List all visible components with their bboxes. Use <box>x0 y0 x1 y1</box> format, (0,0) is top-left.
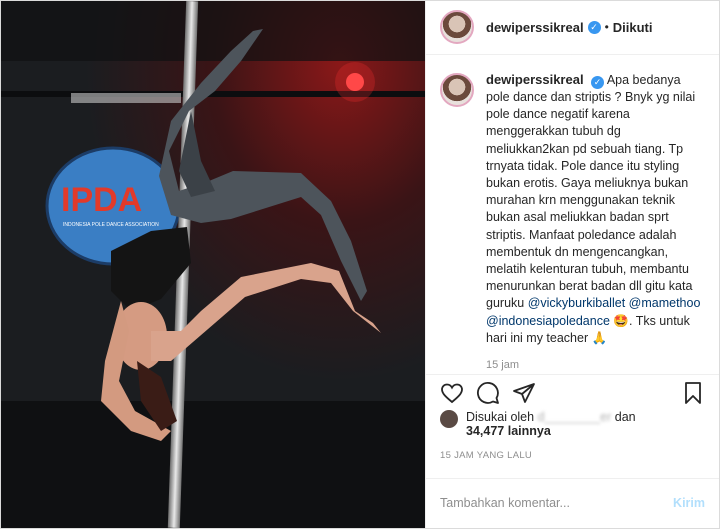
separator-dot: • <box>604 20 609 35</box>
post-header: dewiperssikreal ✓ • Diikuti <box>426 1 719 55</box>
action-bar <box>426 374 719 410</box>
post-sidebar: dewiperssikreal ✓ • Diikuti dewiperssikr… <box>425 1 719 528</box>
caption-username[interactable]: dewiperssikreal <box>486 72 584 87</box>
svg-text:IPDA: IPDA <box>61 181 142 219</box>
comment-icon[interactable] <box>476 381 500 405</box>
post-photo[interactable]: IPDA INDONESIA POLE DANCE ASSOCIATION <box>1 1 425 528</box>
header-username[interactable]: dewiperssikreal <box>486 20 584 35</box>
comment-bar: Kirim <box>426 477 719 528</box>
mention-link[interactable]: @indonesiapoledance <box>486 314 610 328</box>
post-timestamp[interactable]: 15 JAM YANG LALU <box>426 438 719 468</box>
liker-avatar[interactable] <box>440 410 458 428</box>
caption-area: dewiperssikreal ✓ Apa bedanya pole dance… <box>426 55 719 374</box>
verified-badge-icon: ✓ <box>587 20 601 34</box>
caption-time[interactable]: 15 jam <box>486 357 705 374</box>
likes-conjunction: dan <box>614 410 636 424</box>
caption-text: Apa bedanya pole dance dan striptis ? Bn… <box>486 72 696 311</box>
caption-avatar[interactable] <box>440 72 474 107</box>
post-comment-button[interactable]: Kirim <box>673 496 705 510</box>
pole-dance-photo: IPDA INDONESIA POLE DANCE ASSOCIATION <box>1 1 425 528</box>
emoji-star-eyes: 🤩 <box>613 313 629 328</box>
bookmark-icon[interactable] <box>681 381 705 405</box>
emoji-pray: 🙏 <box>591 330 608 345</box>
mention-link[interactable]: @mamethoo <box>629 296 701 310</box>
instagram-post: IPDA INDONESIA POLE DANCE ASSOCIATION de… <box>0 0 720 529</box>
likes-row: Disukai oleh d________er dan 34,477 lain… <box>426 410 719 438</box>
caption-body: dewiperssikreal ✓ Apa bedanya pole dance… <box>486 71 705 374</box>
likes-suffix[interactable]: lainnya <box>508 424 551 438</box>
avatar[interactable] <box>440 10 474 45</box>
verified-badge-icon: ✓ <box>591 75 605 89</box>
likes-prefix: Disukai oleh <box>466 410 535 424</box>
comment-input[interactable] <box>440 496 674 511</box>
heart-icon[interactable] <box>440 381 464 405</box>
follow-status-button[interactable]: Diikuti <box>613 20 653 35</box>
likes-count[interactable]: 34,477 <box>466 424 504 438</box>
liker-name[interactable]: d________er <box>538 410 612 424</box>
likes-text: Disukai oleh d________er dan 34,477 lain… <box>466 410 636 438</box>
svg-text:INDONESIA POLE DANCE ASSOCIATI: INDONESIA POLE DANCE ASSOCIATION <box>63 222 159 228</box>
mention-link[interactable]: @vickyburkiballet <box>528 296 625 310</box>
share-icon[interactable] <box>512 381 536 405</box>
